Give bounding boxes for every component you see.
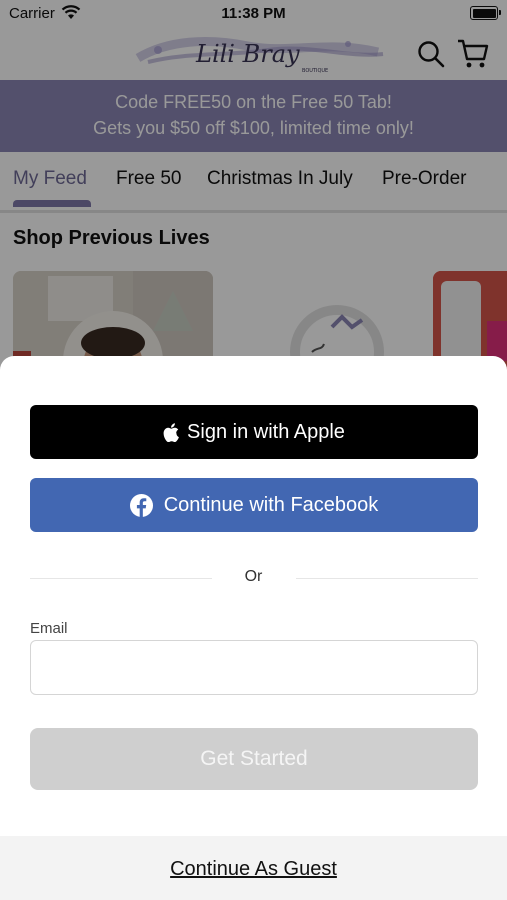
guest-footer: Continue As Guest	[0, 836, 507, 900]
divider-line-right	[296, 578, 478, 579]
get-started-button[interactable]: Get Started	[30, 728, 478, 790]
apple-icon	[163, 422, 179, 442]
continue-as-guest-link[interactable]: Continue As Guest	[0, 858, 507, 881]
continue-with-facebook-button[interactable]: Continue with Facebook	[30, 478, 478, 532]
or-divider-label: Or	[244, 568, 263, 585]
sign-in-with-apple-button[interactable]: Sign in with Apple	[30, 405, 478, 459]
apple-button-label: Sign in with Apple	[187, 420, 345, 443]
facebook-icon	[129, 493, 153, 517]
sign-in-sheet: Sign in with Apple Continue with Faceboo…	[0, 356, 507, 900]
email-label: Email	[30, 620, 68, 637]
facebook-button-label: Continue with Facebook	[163, 493, 379, 516]
email-field[interactable]	[30, 640, 478, 695]
